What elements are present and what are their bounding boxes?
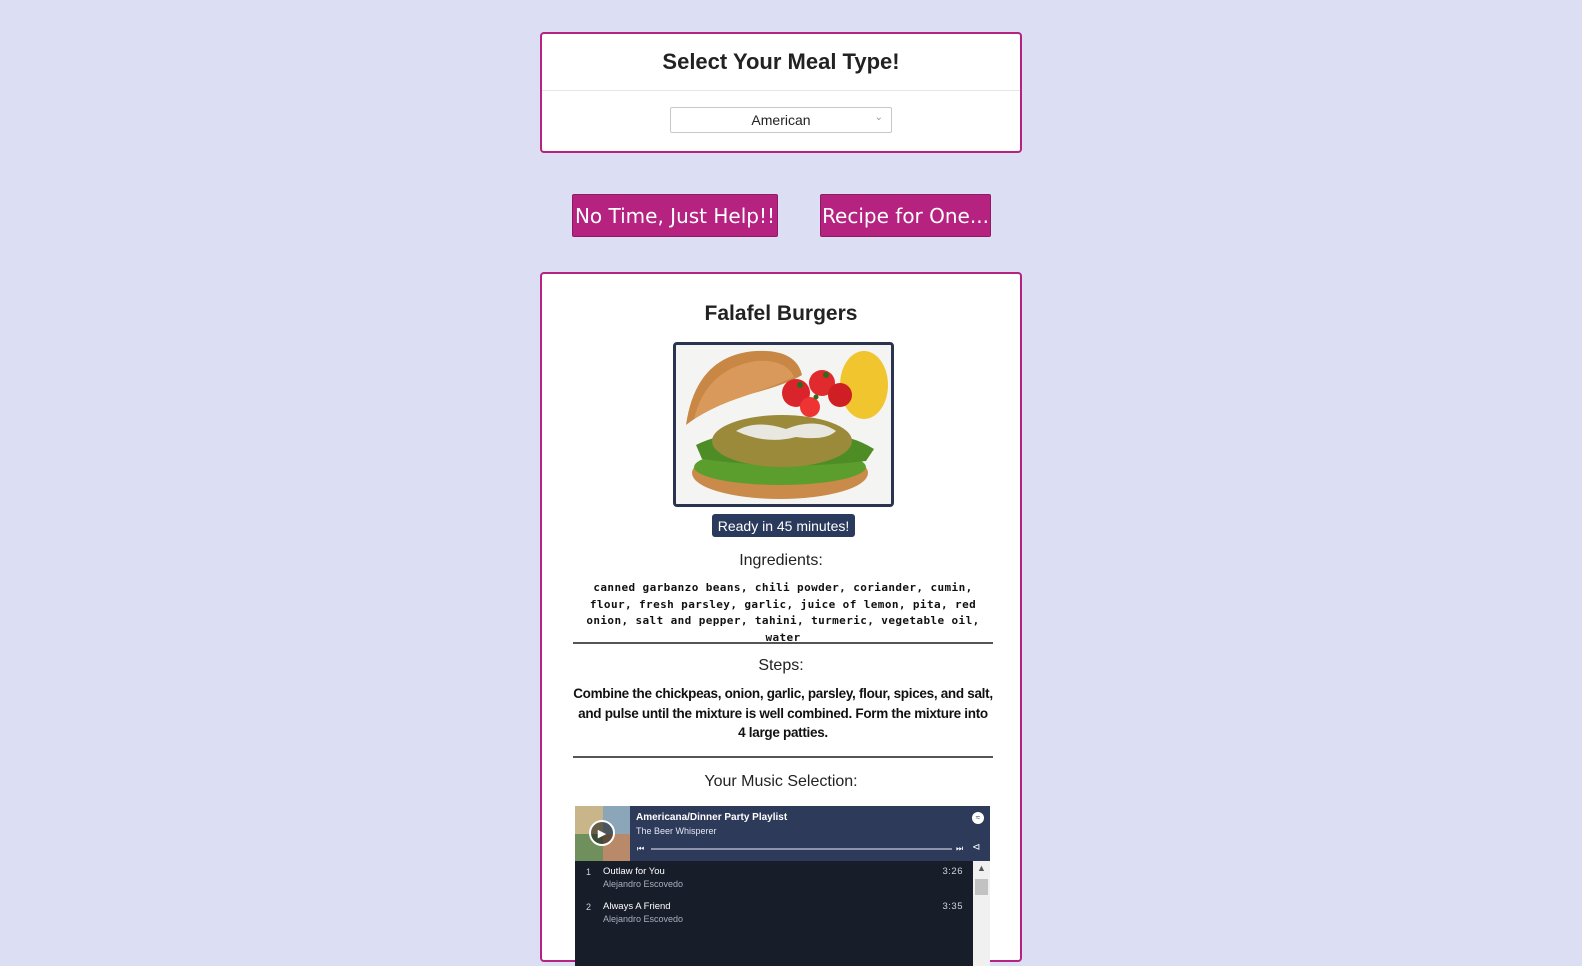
track-artist: Alejandro Escovedo	[603, 879, 684, 889]
steps-text: Combine the chickpeas, onion, garlic, pa…	[573, 686, 993, 740]
scrollbar[interactable]: ▲	[973, 861, 990, 966]
meal-type-value: American	[751, 112, 811, 128]
track-title: Always A Friend	[603, 901, 671, 912]
track-number: 2	[586, 902, 592, 912]
playlist-cover: ▶	[575, 806, 630, 861]
track-duration: 3:35	[942, 901, 963, 912]
play-icon[interactable]: ▶	[589, 820, 615, 846]
meal-type-select[interactable]: American ⌄	[670, 107, 892, 133]
track-list: 1 Outlaw for You Alejandro Escovedo 3:26…	[575, 861, 973, 966]
recipe-for-one-button[interactable]: Recipe for One...	[820, 194, 991, 237]
recipe-title: Falafel Burgers	[704, 302, 858, 325]
chevron-down-icon: ⌄	[874, 112, 883, 123]
divider	[573, 642, 993, 644]
ingredients-text: canned garbanzo beans, chili powder, cor…	[586, 581, 980, 644]
playlist-owner[interactable]: The Beer Whisperer	[636, 826, 717, 836]
playlist-title[interactable]: Americana/Dinner Party Playlist	[636, 812, 787, 823]
spotify-header: ▶ Americana/Dinner Party Playlist The Be…	[575, 806, 990, 861]
recipe-photo	[673, 342, 894, 507]
next-track-icon[interactable]: ⏭	[956, 844, 963, 854]
spotify-embed[interactable]: ▶ Americana/Dinner Party Playlist The Be…	[575, 806, 990, 966]
divider	[573, 756, 993, 758]
track-row[interactable]: 2 Always A Friend Alejandro Escovedo 3:3…	[575, 896, 973, 930]
track-artist: Alejandro Escovedo	[603, 914, 684, 924]
scrollbar-thumb[interactable]	[975, 879, 988, 895]
spotify-logo-icon[interactable]: ≈	[972, 812, 984, 824]
recipe-card: Falafel Burgers Ready in 45 minutes! Ing…	[540, 272, 1022, 966]
previous-track-icon[interactable]: ⏮	[637, 844, 644, 854]
music-selection-label: Your Music Selection:	[704, 773, 858, 790]
track-duration: 3:26	[942, 866, 963, 877]
meal-type-heading: Select Your Meal Type!	[542, 34, 1020, 91]
share-icon[interactable]: ⊲	[972, 842, 980, 853]
scroll-up-icon[interactable]: ▲	[973, 863, 990, 873]
no-time-help-button[interactable]: No Time, Just Help!!	[572, 194, 778, 237]
progress-bar[interactable]	[651, 848, 952, 850]
meal-type-card: Select Your Meal Type! American ⌄	[540, 32, 1022, 153]
track-row[interactable]: 1 Outlaw for You Alejandro Escovedo 3:26	[575, 861, 973, 895]
ready-time-badge: Ready in 45 minutes!	[712, 514, 855, 537]
steps-label: Steps:	[758, 657, 804, 674]
ingredients-label: Ingredients:	[739, 552, 823, 569]
track-number: 1	[586, 867, 592, 877]
track-title: Outlaw for You	[603, 866, 665, 877]
